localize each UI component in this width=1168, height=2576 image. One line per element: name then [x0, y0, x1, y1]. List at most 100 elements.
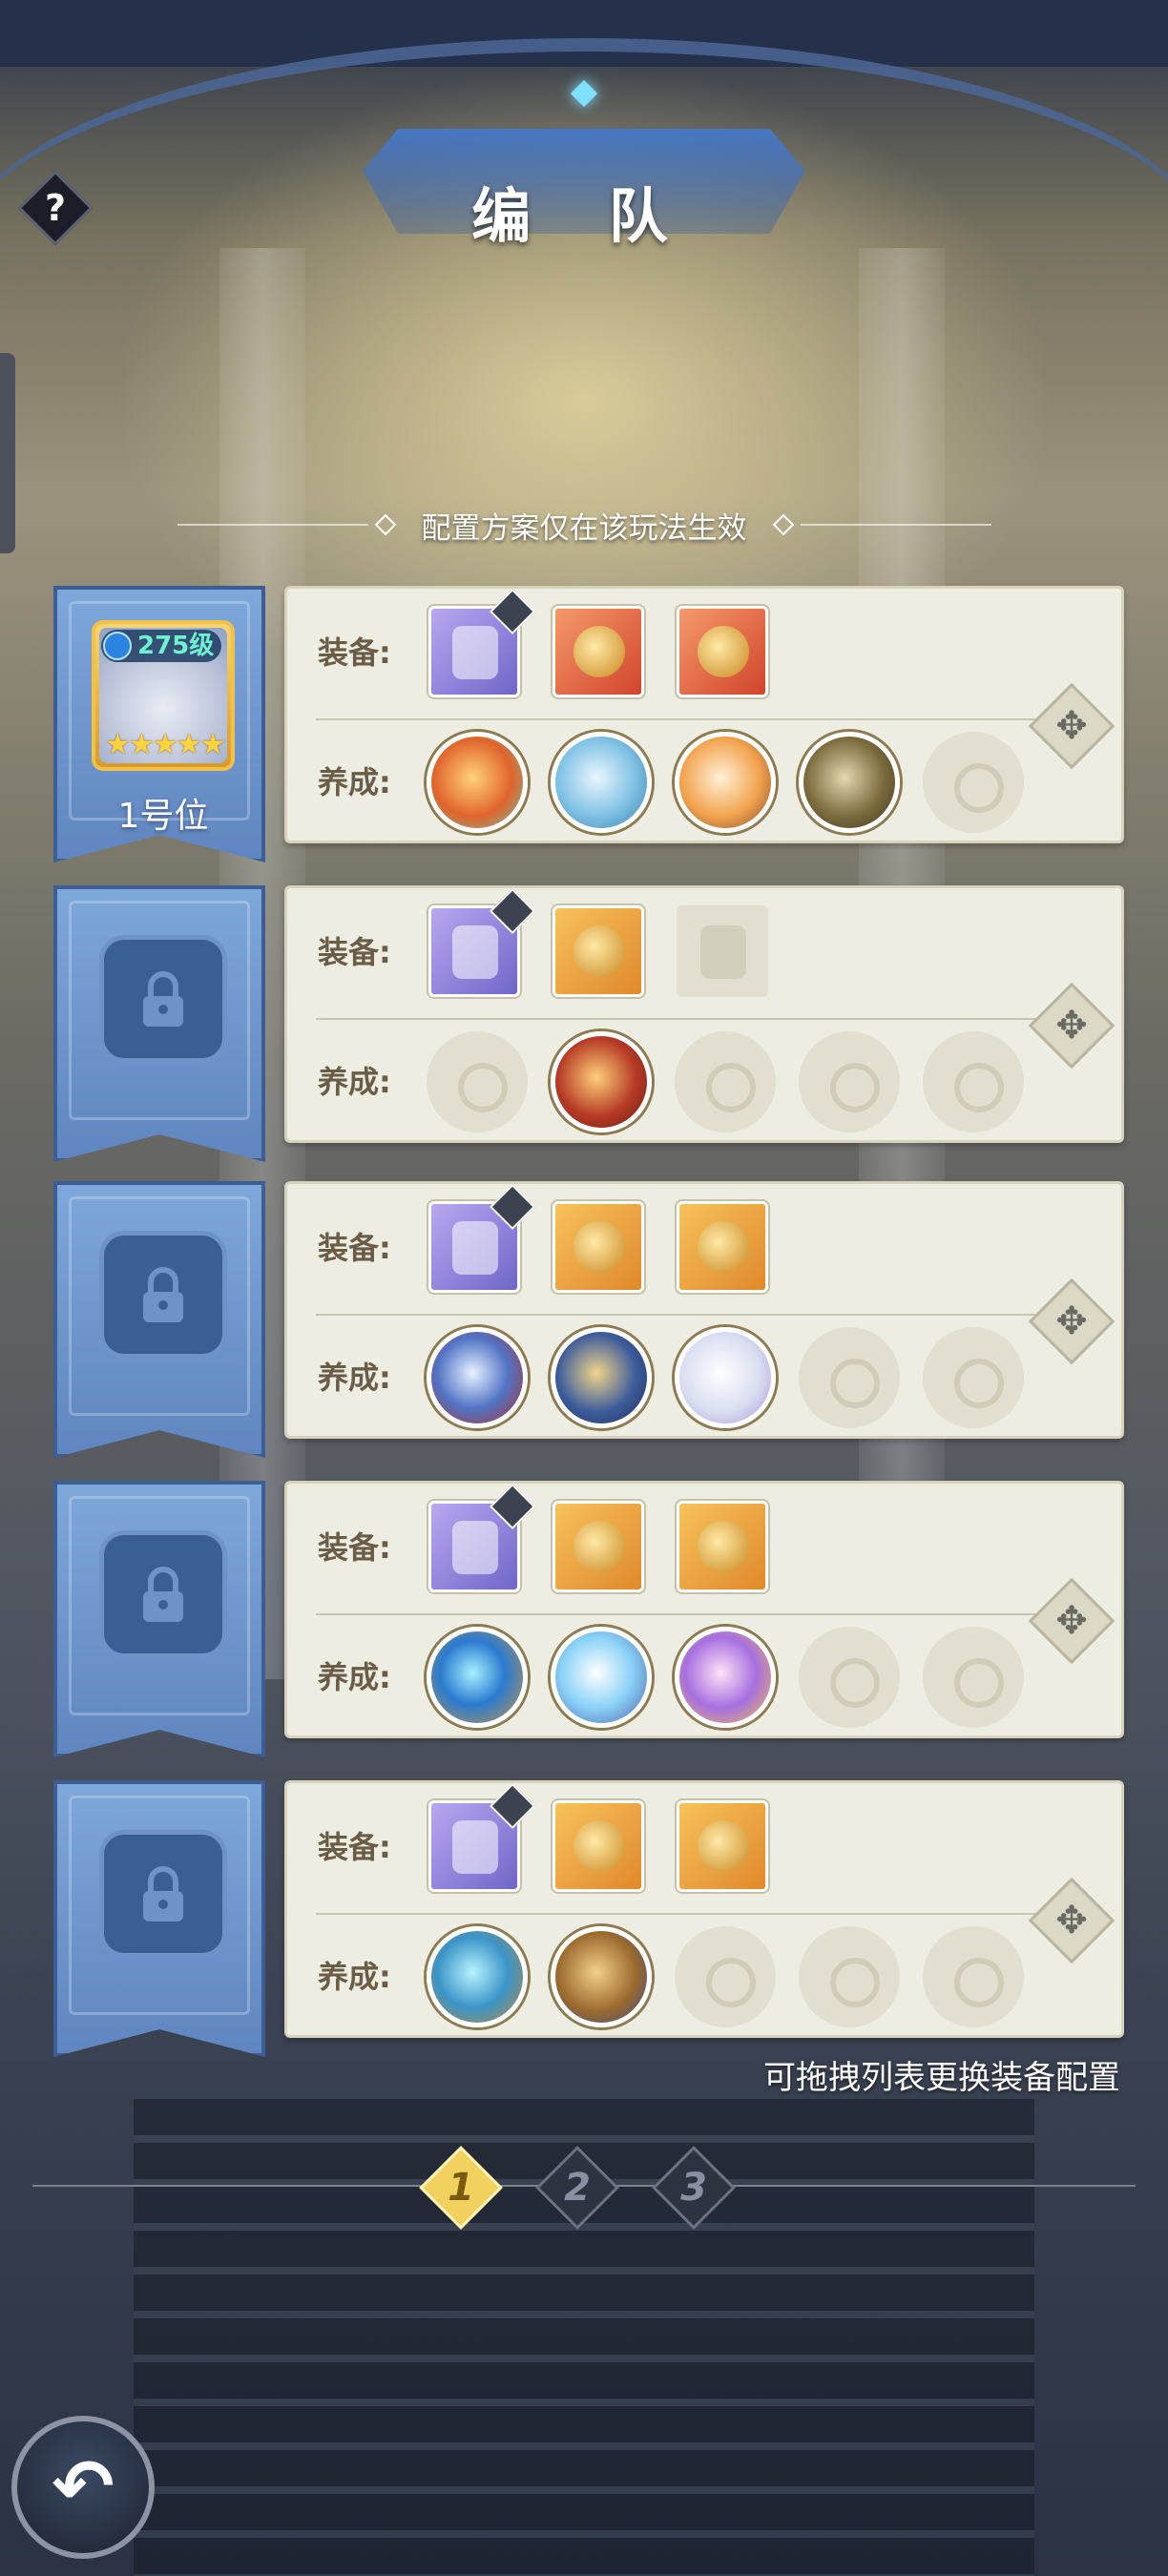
empty-train-slot[interactable] — [799, 1031, 900, 1132]
equip-art — [698, 1221, 749, 1273]
formation-row[interactable]: 装备: 养成: ✥ — [0, 1481, 1168, 1757]
empty-train-slot[interactable] — [427, 1031, 528, 1132]
red-amulet-icon[interactable] — [553, 606, 644, 697]
slot-label: 1号位 — [117, 797, 209, 836]
hero-level-text: 275级 — [137, 632, 215, 660]
gold-amulet-icon[interactable] — [553, 1501, 644, 1592]
gold-amulet-icon[interactable] — [553, 1800, 644, 1892]
formation-row[interactable]: 装备: 养成: ✥ — [0, 1181, 1168, 1458]
slot-banner[interactable] — [53, 1481, 265, 1757]
tree-spirit-icon[interactable] — [799, 732, 900, 833]
divider — [800, 524, 991, 526]
empty-train-slot[interactable] — [923, 732, 1024, 833]
gold-amulet-icon[interactable] — [677, 1501, 768, 1592]
slot-banner[interactable] — [53, 1181, 265, 1458]
empty-train-slot[interactable] — [675, 1926, 776, 2027]
equip-label: 装备: — [318, 934, 391, 970]
hero-card[interactable]: 275级 ★★★★★ — [92, 620, 235, 771]
empty-train-slot[interactable] — [923, 1926, 1024, 2027]
gold-amulet-icon[interactable] — [553, 905, 644, 997]
header: 编 队 ? — [0, 0, 1168, 251]
upgrade-badge-icon — [489, 1483, 536, 1530]
train-label: 养成: — [318, 764, 391, 800]
loadout-panel[interactable]: 装备: 养成: ✥ — [284, 885, 1124, 1143]
purple-armor-icon[interactable] — [428, 1483, 536, 1592]
drag-handle[interactable]: ✥ — [1028, 982, 1116, 1070]
purple-armor-icon[interactable] — [428, 588, 536, 697]
equip-art — [452, 1521, 498, 1574]
loadout-panel[interactable]: 装备: 养成: ✥ — [284, 1181, 1124, 1439]
formation-row[interactable]: 装备: 养成: ✥ — [0, 885, 1168, 1162]
empty-train-slot[interactable] — [799, 1926, 900, 2027]
eye-rune-icon[interactable] — [427, 1327, 528, 1428]
divider — [177, 524, 368, 526]
page-number: 1 — [448, 2166, 474, 2210]
loadout-panel[interactable]: 装备: 养成: ✥ — [284, 1780, 1124, 2038]
gold-amulet-icon[interactable] — [677, 1800, 768, 1892]
upgrade-badge-icon — [489, 588, 536, 635]
formation-row[interactable]: 装备: 养成: ✥ — [0, 1780, 1168, 2057]
star-tome-icon[interactable] — [551, 1627, 652, 1728]
panel-divider — [316, 1314, 1041, 1316]
empty-train-slot[interactable] — [799, 1627, 900, 1728]
drag-handle[interactable]: ✥ — [1028, 682, 1116, 770]
equip-art — [452, 925, 498, 979]
empty-equip-slot[interactable] — [677, 905, 768, 997]
equip-art — [700, 925, 746, 979]
trident-rune-icon[interactable] — [427, 1627, 528, 1728]
locked-slot — [99, 935, 227, 1063]
fire-dragon-icon[interactable] — [427, 732, 528, 833]
equip-art — [574, 626, 625, 677]
gold-amulet-icon[interactable] — [677, 1201, 768, 1293]
red-tome-icon[interactable] — [551, 1031, 652, 1132]
empty-train-slot[interactable] — [923, 1031, 1024, 1132]
red-amulet-icon[interactable] — [677, 606, 768, 697]
loadout-panel[interactable]: 装备: 养成: ✥ — [284, 586, 1124, 843]
drag-handle[interactable]: ✥ — [1028, 1877, 1116, 1964]
brown-tome-icon[interactable] — [551, 1926, 652, 2027]
formation-row[interactable]: 275级 ★★★★★ 1号位 装备: 养成: ✥ — [0, 586, 1168, 862]
equip-art — [698, 1820, 749, 1872]
notice-text: 配置方案仅在该玩法生效 — [421, 510, 747, 546]
back-button[interactable]: ↶ — [11, 2416, 155, 2559]
gold-amulet-icon[interactable] — [553, 1201, 644, 1293]
equip-art — [452, 1221, 498, 1275]
purple-bird-icon[interactable] — [675, 1627, 776, 1728]
loadout-panel[interactable]: 装备: 养成: ✥ — [284, 1481, 1124, 1738]
blue-tome-icon[interactable] — [551, 1327, 652, 1428]
empty-train-slot[interactable] — [799, 1327, 900, 1428]
move-arrows-icon: ✥ — [1055, 1599, 1088, 1643]
drag-handle[interactable]: ✥ — [1028, 1278, 1116, 1365]
train-label: 养成: — [318, 1959, 391, 1995]
empty-train-slot[interactable] — [923, 1327, 1024, 1428]
question-icon: ? — [44, 187, 67, 229]
ice-spirit-icon[interactable] — [551, 732, 652, 833]
hero-stars: ★★★★★ — [105, 728, 225, 761]
slot-banner[interactable] — [53, 1780, 265, 2057]
slot-banner[interactable]: 275级 ★★★★★ 1号位 — [53, 586, 265, 862]
purple-armor-icon[interactable] — [428, 1782, 536, 1892]
hero-level-badge: 275级 — [101, 630, 222, 662]
equip-art — [574, 925, 625, 977]
page-selector: 1 2 3 — [0, 2146, 1168, 2230]
purple-armor-icon[interactable] — [428, 1183, 536, 1293]
upgrade-badge-icon — [489, 1183, 536, 1231]
equip-art — [698, 626, 749, 677]
fox-pet-icon[interactable] — [675, 732, 776, 833]
purple-armor-icon[interactable] — [428, 887, 536, 997]
equip-art — [574, 1221, 625, 1273]
empty-train-slot[interactable] — [675, 1031, 776, 1132]
panel-divider — [316, 1913, 1041, 1915]
white-cat-icon[interactable] — [675, 1327, 776, 1428]
empty-train-slot[interactable] — [923, 1627, 1024, 1728]
equip-art — [574, 1521, 625, 1572]
triangle-rune-icon[interactable] — [427, 1926, 528, 2027]
equip-art — [574, 1820, 625, 1872]
move-arrows-icon: ✥ — [1055, 1299, 1088, 1343]
train-label: 养成: — [318, 1360, 391, 1396]
train-label: 养成: — [318, 1064, 391, 1100]
train-label: 养成: — [318, 1659, 391, 1695]
drag-handle[interactable]: ✥ — [1028, 1577, 1116, 1665]
diamond-ornament-icon — [772, 513, 794, 536]
slot-banner[interactable] — [53, 885, 265, 1162]
